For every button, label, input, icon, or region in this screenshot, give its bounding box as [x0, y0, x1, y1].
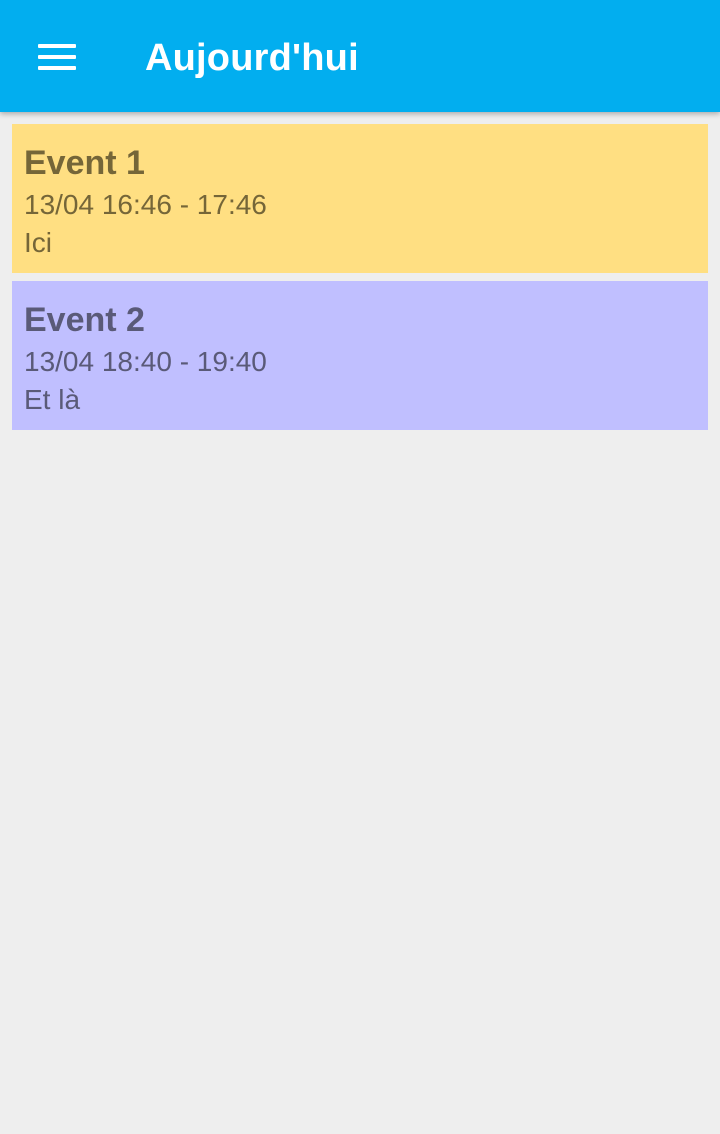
event-location: Ici [24, 227, 52, 258]
event-time: 13/04 16:46 - 17:46 [24, 189, 267, 220]
event-card-1[interactable]: Event 1 13/04 16:46 - 17:46 Ici [12, 124, 708, 273]
event-location: Et là [24, 384, 81, 415]
event-time: 13/04 18:40 - 19:40 [24, 346, 267, 377]
event-title: Event 2 [24, 301, 145, 339]
page-title: Aujourd'hui [145, 37, 359, 79]
event-card-2[interactable]: Event 2 13/04 18:40 - 19:40 Et là [12, 281, 708, 430]
app-bar: Aujourd'hui [0, 0, 720, 112]
event-title: Event 1 [24, 144, 145, 182]
hamburger-menu-icon [38, 42, 76, 70]
event-list: Event 1 13/04 16:46 - 17:46 Ici Event 2 … [12, 124, 708, 438]
menu-button[interactable] [20, 28, 92, 84]
